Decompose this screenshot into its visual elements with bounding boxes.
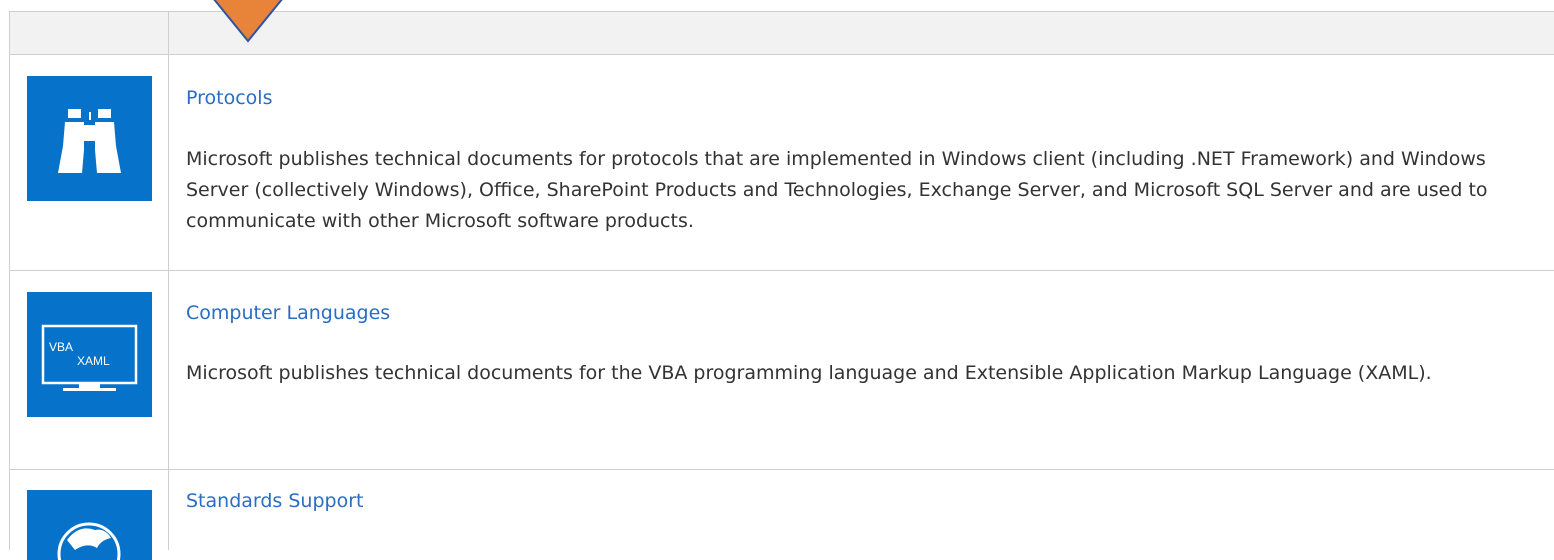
table-row: VBA XAML Computer Languages Microsoft pu… <box>10 271 1554 470</box>
monitor-icon[interactable]: VBA XAML <box>27 292 152 417</box>
row-content-cell: Protocols Microsoft publishes technical … <box>169 55 1554 270</box>
documents-table: Protocols Microsoft publishes technical … <box>9 11 1554 560</box>
row-icon-cell: VBA XAML <box>10 271 169 469</box>
protocols-link[interactable]: Protocols <box>186 87 272 109</box>
table-row: Standards Support <box>10 470 1554 560</box>
protocols-description: Microsoft publishes technical documents … <box>186 148 1488 232</box>
header-cell-description <box>169 12 1554 54</box>
globe-icon[interactable] <box>27 490 152 560</box>
monitor-text-vba: VBA <box>49 340 73 354</box>
down-arrow-icon <box>213 0 283 43</box>
monitor-text-xaml: XAML <box>77 354 110 368</box>
row-icon-cell <box>10 55 169 270</box>
binoculars-icon[interactable] <box>27 76 152 201</box>
table-row: Protocols Microsoft publishes technical … <box>10 55 1554 271</box>
standards-support-link[interactable]: Standards Support <box>186 490 364 512</box>
row-icon-cell <box>10 470 169 560</box>
row-content-cell: Standards Support <box>169 470 1554 550</box>
row-content-cell: Computer Languages Microsoft publishes t… <box>169 271 1554 469</box>
header-cell-icon <box>10 12 169 54</box>
computer-languages-link[interactable]: Computer Languages <box>186 302 390 324</box>
computer-languages-description: Microsoft publishes technical documents … <box>186 362 1432 384</box>
